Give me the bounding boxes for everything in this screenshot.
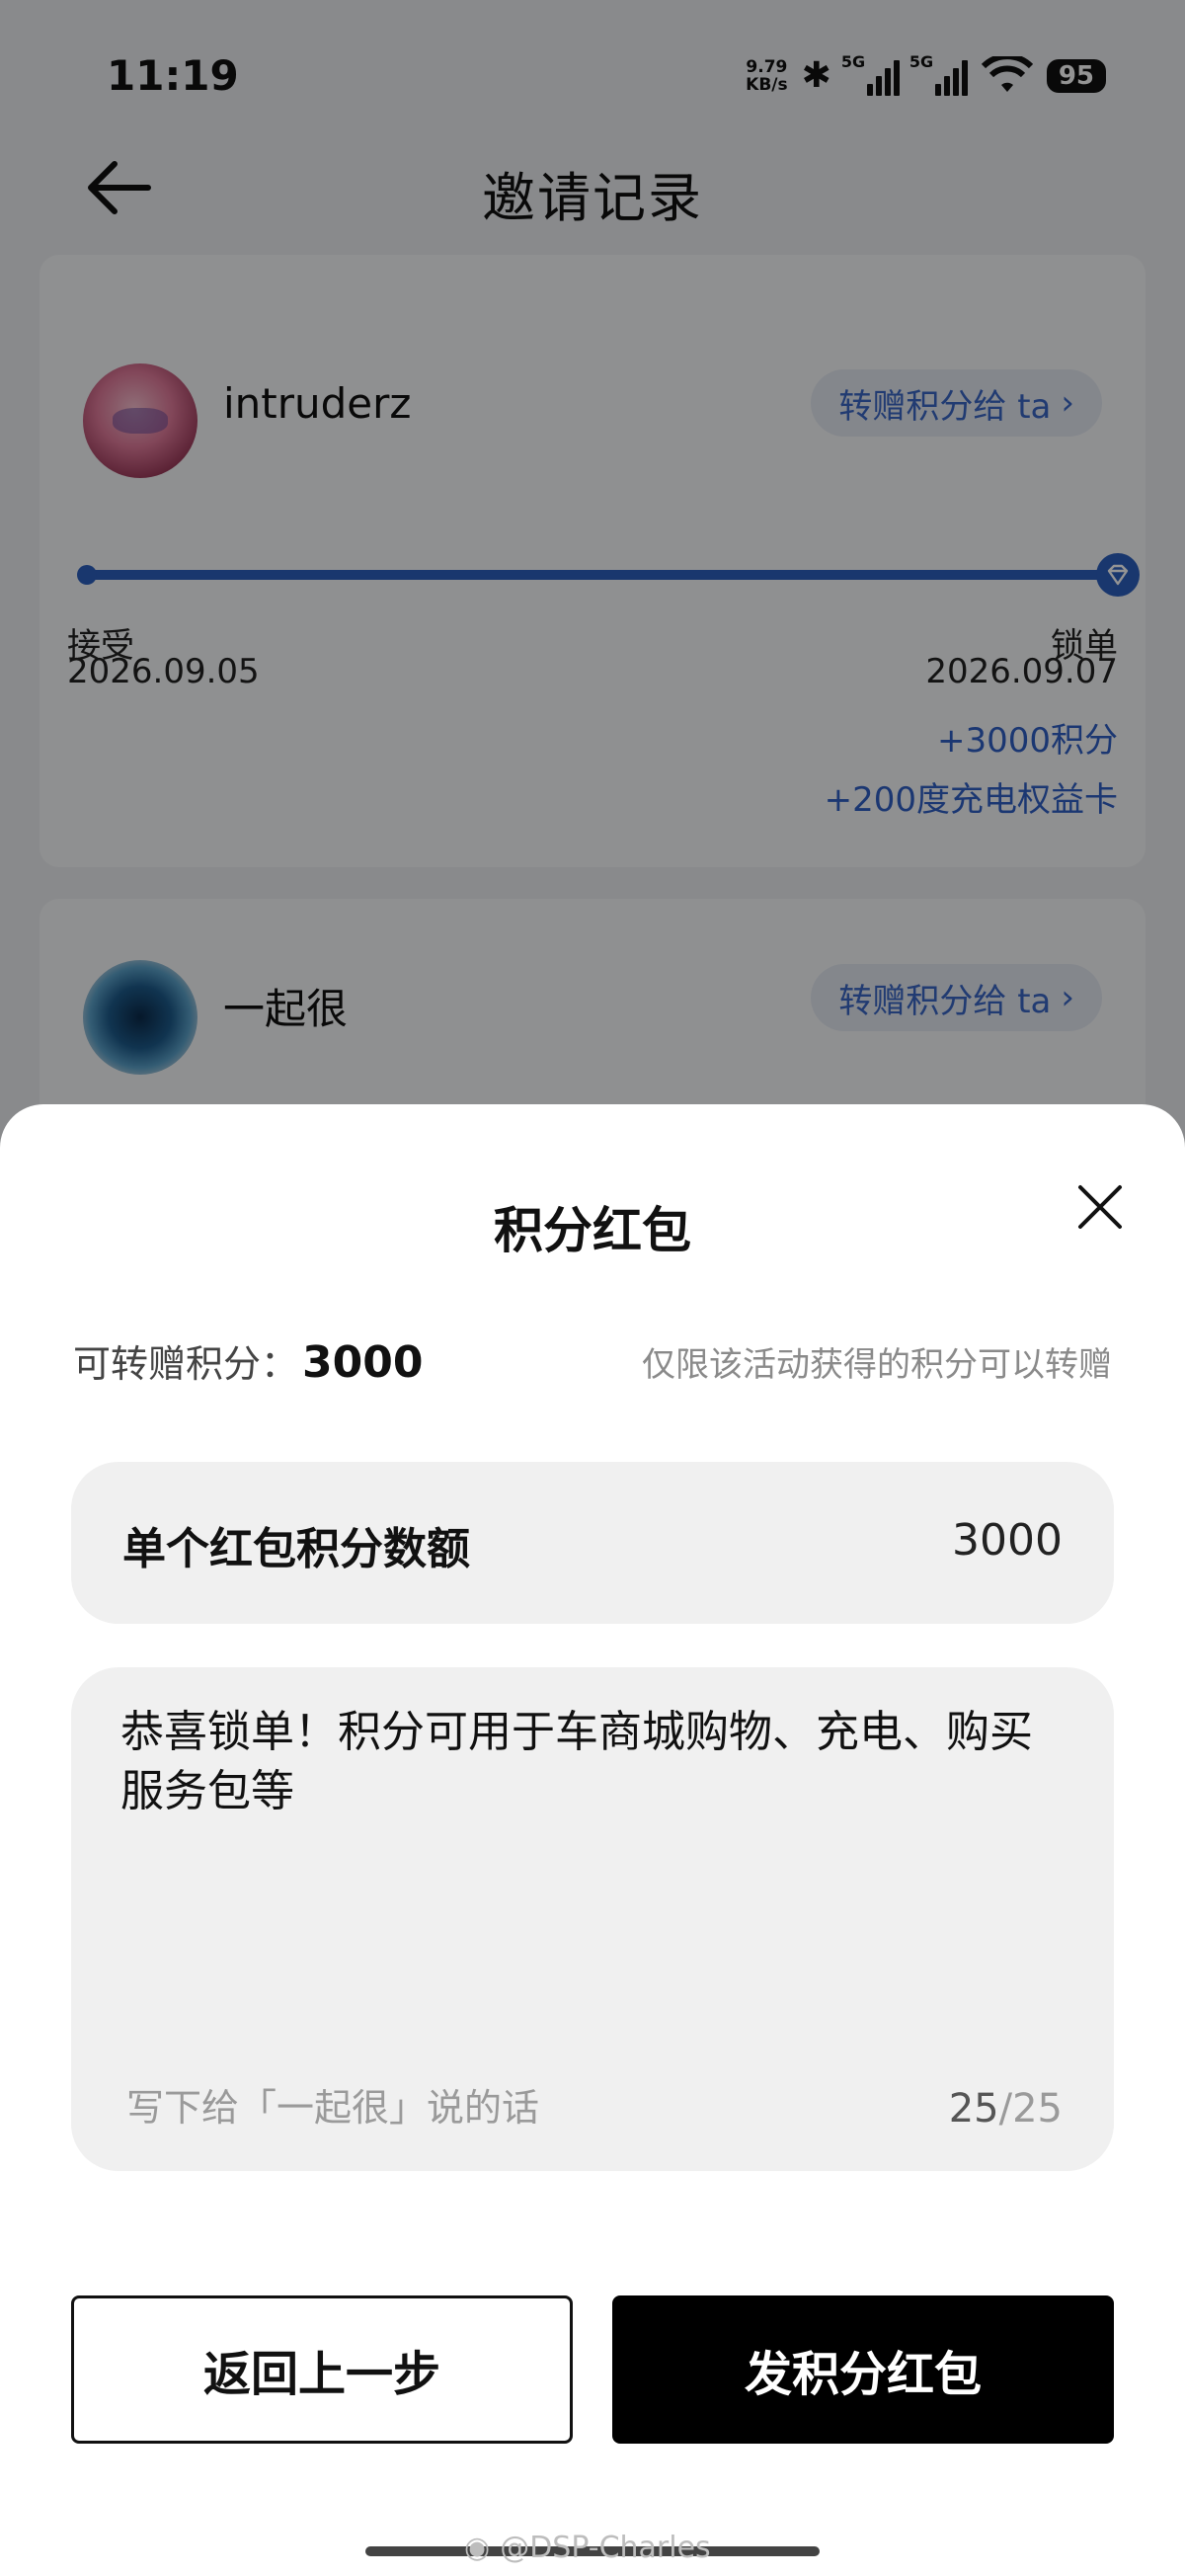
transferable-value: 3000 bbox=[302, 1337, 424, 1388]
amount-label: 单个红包积分数额 bbox=[122, 1524, 470, 1574]
amount-field[interactable]: 单个红包积分数额 3000 bbox=[71, 1462, 1114, 1624]
send-red-packet-button[interactable]: 发积分红包 bbox=[612, 2295, 1114, 2444]
transferable-points: 可转赠积分： 3000 bbox=[73, 1333, 423, 1388]
char-max: /25 bbox=[998, 2086, 1063, 2132]
transferable-label: 可转赠积分： bbox=[73, 1342, 299, 1386]
points-red-packet-sheet: 积分红包 可转赠积分： 3000 仅限该活动获得的积分可以转赠 单个红包积分数额… bbox=[0, 1104, 1185, 2576]
char-counter: 25/25 bbox=[949, 2086, 1063, 2132]
transfer-note: 仅限该活动获得的积分可以转赠 bbox=[642, 1345, 1112, 1385]
weibo-icon: ◉ bbox=[464, 2531, 491, 2565]
message-textarea[interactable]: 恭喜锁单！积分可用于车商城购物、充电、购买服务包等 写下给「一起很」说的话 25… bbox=[71, 1667, 1114, 2171]
char-count: 25 bbox=[948, 2086, 999, 2132]
watermark-text: @DSP-Charles bbox=[500, 2531, 711, 2565]
message-text[interactable]: 恭喜锁单！积分可用于车商城购物、充电、购买服务包等 bbox=[120, 1703, 1068, 1821]
message-placeholder: 写下给「一起很」说的话 bbox=[126, 2086, 540, 2130]
close-icon[interactable] bbox=[1070, 1177, 1130, 1237]
amount-value[interactable]: 3000 bbox=[952, 1515, 1063, 1566]
watermark: ◉ @DSP-Charles bbox=[464, 2531, 711, 2565]
back-step-button[interactable]: 返回上一步 bbox=[71, 2295, 573, 2444]
sheet-title: 积分红包 bbox=[494, 1202, 691, 1259]
